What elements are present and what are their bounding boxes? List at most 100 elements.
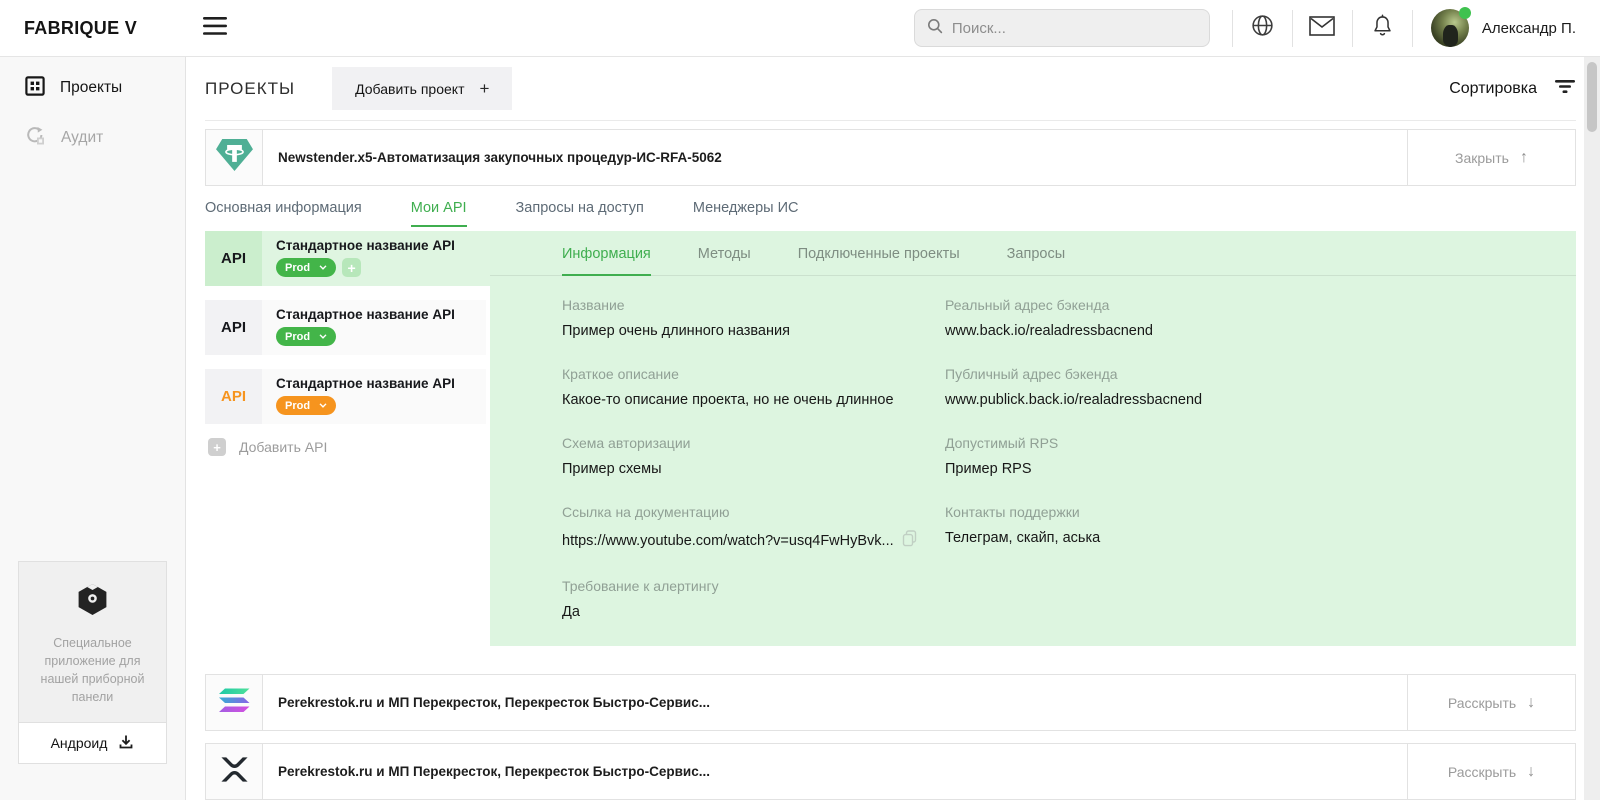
field-value: Да xyxy=(562,604,945,620)
project-logo-cell xyxy=(206,744,263,799)
chevron-down-icon xyxy=(319,403,327,408)
api-list-item[interactable]: API Стандартное название API Prod xyxy=(205,300,486,355)
tab-connected-projects[interactable]: Подключенные проекты xyxy=(798,246,960,276)
collapsed-projects: Perekrestok.ru и МП Перекресток, Перекре… xyxy=(205,674,1576,800)
bell-icon xyxy=(1372,14,1393,43)
field-support-contacts: Контакты поддержки Телеграм, скайп, аськ… xyxy=(945,504,1556,551)
field-label: Реальный адрес бэкенда xyxy=(945,297,1556,313)
tab-requests[interactable]: Запросы xyxy=(1007,246,1065,276)
project-title[interactable]: Perekrestok.ru и МП Перекресток, Перекре… xyxy=(263,675,1407,730)
globe-icon xyxy=(1250,13,1275,43)
field-alerting-requirement: Требование к алертингу Да xyxy=(562,578,945,620)
field-documentation-link: Ссылка на документацию https://www.youtu… xyxy=(562,504,945,551)
project-logo-cell xyxy=(206,130,263,185)
project-tabs: Основная информация Мои API Запросы на д… xyxy=(205,200,1576,227)
api-title: Стандартное название API xyxy=(276,376,455,391)
env-badge-prod[interactable]: Prod xyxy=(276,327,336,346)
expand-label: Расскрыть xyxy=(1448,695,1516,711)
plus-icon: + xyxy=(480,79,490,99)
user-name: Александр П. xyxy=(1482,20,1576,37)
tab-access-requests[interactable]: Запросы на доступ xyxy=(516,200,644,227)
add-api-label: Добавить API xyxy=(239,439,327,455)
api-list: API Стандартное название API Prod + xyxy=(205,231,490,646)
messages-button[interactable] xyxy=(1293,0,1352,57)
sidebar: Проекты Аудит Специальное приложение для… xyxy=(0,57,186,800)
api-title: Стандартное название API xyxy=(276,307,455,322)
search-box[interactable] xyxy=(914,9,1210,47)
field-label: Краткое описание xyxy=(562,366,945,382)
search-icon xyxy=(927,18,943,39)
notifications-button[interactable] xyxy=(1353,0,1412,57)
avatar xyxy=(1431,9,1469,47)
cube-app-icon xyxy=(29,582,156,622)
api-title: Стандартное название API xyxy=(276,238,455,253)
field-label: Контакты поддержки xyxy=(945,504,1556,520)
android-download-button[interactable]: Андроид xyxy=(19,722,166,763)
mail-icon xyxy=(1309,16,1335,41)
api-list-item-selected[interactable]: API Стандартное название API Prod + xyxy=(205,231,490,286)
app-header: FABRIQUE V Александр П. xyxy=(0,0,1600,57)
expand-label: Расскрыть xyxy=(1448,764,1516,780)
field-label: Публичный адрес бэкенда xyxy=(945,366,1556,382)
scrollbar-track[interactable] xyxy=(1584,57,1600,800)
env-badge-label: Prod xyxy=(285,262,310,274)
add-project-button[interactable]: Добавить проект + xyxy=(332,67,512,110)
sidebar-item-audit[interactable]: Аудит xyxy=(0,123,185,153)
expand-project-button[interactable]: Расскрыть ↓ xyxy=(1407,744,1575,799)
user-menu[interactable]: Александр П. xyxy=(1413,9,1576,47)
project-card-open: Newstender.x5-Автоматизация закупочных п… xyxy=(205,129,1576,186)
add-env-badge-button[interactable]: + xyxy=(342,258,361,277)
tab-information[interactable]: Информация xyxy=(562,246,651,276)
sidebar-item-label: Аудит xyxy=(61,129,103,147)
collapse-project-button[interactable]: Закрыть ↑ xyxy=(1407,130,1575,185)
field-allowed-rps: Допустимый RPS Пример RPS xyxy=(945,435,1556,477)
add-api-button[interactable]: + Добавить API xyxy=(205,438,490,456)
env-badge-prod[interactable]: Prod xyxy=(276,258,336,277)
api-detail-panel: Информация Методы Подключенные проекты З… xyxy=(490,231,1576,646)
tab-main-info[interactable]: Основная информация xyxy=(205,200,362,227)
tab-my-api[interactable]: Мои API xyxy=(411,200,467,227)
field-label: Название xyxy=(562,297,945,313)
field-empty-cell xyxy=(945,578,1556,620)
project-card-collapsed: Perekrestok.ru и МП Перекресток, Перекре… xyxy=(205,743,1576,800)
app-promo-text: Специальное приложение для нашей приборн… xyxy=(29,634,156,707)
copy-icon[interactable] xyxy=(902,530,917,551)
online-status-dot xyxy=(1459,7,1471,19)
api-abbr-badge: API xyxy=(205,369,262,424)
env-badge-prod[interactable]: Prod xyxy=(276,396,336,415)
scrollbar-thumb[interactable] xyxy=(1587,62,1597,132)
hamburger-menu-button[interactable] xyxy=(203,17,227,40)
android-download-label: Андроид xyxy=(51,735,108,751)
field-real-backend-address: Реальный адрес бэкенда www.back.io/reala… xyxy=(945,297,1556,339)
field-value: www.publick.back.io/realadressbacnend xyxy=(945,392,1556,408)
field-value: Какое-то описание проекта, но не очень д… xyxy=(562,392,945,408)
main-header: ПРОЕКТЫ Добавить проект + Сортировка xyxy=(205,57,1576,121)
search-input[interactable] xyxy=(952,20,1197,37)
expand-project-button[interactable]: Расскрыть ↓ xyxy=(1407,675,1575,730)
project-title[interactable]: Perekrestok.ru и МП Перекресток, Перекре… xyxy=(263,744,1407,799)
tab-is-managers[interactable]: Менеджеры ИС xyxy=(693,200,799,227)
api-list-item[interactable]: API Стандартное название API Prod xyxy=(205,369,486,424)
language-button[interactable] xyxy=(1233,0,1292,57)
tab-methods[interactable]: Методы xyxy=(698,246,751,276)
api-abbr-badge: API xyxy=(205,300,262,355)
project-logo-cell xyxy=(206,675,263,730)
filter-icon xyxy=(1554,79,1576,99)
api-section: API Стандартное название API Prod + xyxy=(205,231,1576,646)
sidebar-item-label: Проекты xyxy=(60,79,122,97)
documentation-link[interactable]: https://www.youtube.com/watch?v=usq4FwHy… xyxy=(562,533,894,549)
xrp-logo-icon xyxy=(219,756,250,788)
project-card-collapsed: Perekrestok.ru и МП Перекресток, Перекре… xyxy=(205,674,1576,731)
plus-icon: + xyxy=(208,438,226,456)
app-promo-body: Специальное приложение для нашей приборн… xyxy=(19,562,166,723)
sort-label: Сортировка xyxy=(1449,80,1537,98)
field-value: Телеграм, скайп, аська xyxy=(945,530,1556,546)
field-auth-scheme: Схема авторизации Пример схемы xyxy=(562,435,945,477)
add-project-label: Добавить проект xyxy=(355,81,464,97)
page-title: ПРОЕКТЫ xyxy=(205,79,295,99)
main-content: ПРОЕКТЫ Добавить проект + Сортировка New… xyxy=(186,57,1584,800)
field-short-description: Краткое описание Какое-то описание проек… xyxy=(562,366,945,408)
sidebar-item-projects[interactable]: Проекты xyxy=(0,73,185,103)
project-title[interactable]: Newstender.x5-Автоматизация закупочных п… xyxy=(263,130,1407,185)
sort-button[interactable]: Сортировка xyxy=(1449,79,1576,99)
